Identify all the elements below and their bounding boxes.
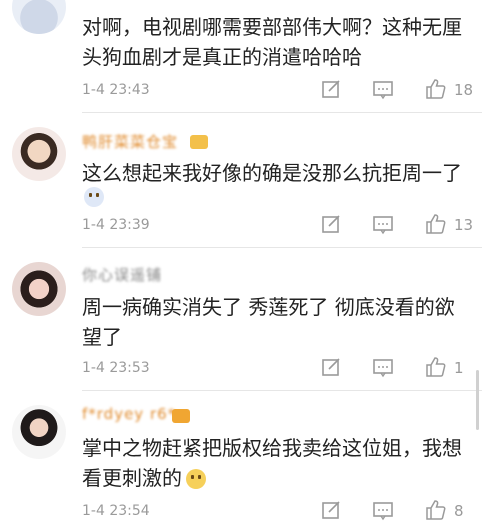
comment-time: 1-4 23:39 [82, 217, 150, 233]
vip-badge-icon [172, 409, 190, 423]
comment-time: 1-4 23:43 [82, 82, 150, 98]
avatar[interactable] [12, 405, 66, 459]
repost-icon[interactable] [320, 213, 342, 235]
username[interactable]: f*rdyey r6* [82, 405, 176, 423]
like-count: 8 [454, 502, 464, 520]
divider [82, 390, 482, 391]
comment-text: 掌中之物赶紧把版权给我卖给这位姐，我想看更刺激的 [82, 436, 462, 490]
repost-icon[interactable] [320, 499, 342, 521]
like-icon[interactable] [424, 356, 446, 378]
scrollbar[interactable] [476, 370, 479, 430]
like-icon[interactable] [424, 78, 446, 100]
comment-icon[interactable] [372, 213, 394, 235]
like-count: 1 [454, 359, 464, 377]
avatar[interactable] [12, 127, 66, 181]
repost-icon[interactable] [320, 78, 342, 100]
comment-meta: 1-4 23:54 8 [82, 499, 474, 523]
username[interactable]: 你心误遥铺 [82, 264, 162, 285]
comment-meta: 1-4 23:43 18 [82, 78, 474, 102]
avatar[interactable] [12, 262, 66, 316]
comment-time: 1-4 23:53 [82, 360, 150, 376]
comment-icon[interactable] [372, 499, 394, 521]
comment-text: 这么想起来我好像的确是没那么抗拒周一了 [82, 161, 462, 185]
comment-text: 对啊，电视剧哪需要部部伟大啊？这种无厘头狗血剧才是真正的消遣哈哈哈 [82, 15, 462, 69]
like-count: 13 [454, 216, 474, 234]
comment-text: 周一病确实消失了 秀莲死了 彻底没看的欲望了 [82, 295, 455, 349]
comment-icon[interactable] [372, 356, 394, 378]
comment-meta: 1-4 23:39 13 [82, 213, 474, 237]
divider [82, 112, 482, 113]
like-icon[interactable] [424, 499, 446, 521]
emoji-icon [84, 187, 104, 207]
avatar[interactable] [12, 0, 66, 34]
divider [82, 247, 482, 248]
like-icon[interactable] [424, 213, 446, 235]
comment-icon[interactable] [372, 78, 394, 100]
emoji-icon [186, 469, 206, 489]
repost-icon[interactable] [320, 356, 342, 378]
comment-time: 1-4 23:54 [82, 503, 150, 519]
vip-badge-icon [190, 135, 208, 149]
like-count: 18 [454, 81, 474, 99]
username[interactable]: 鸭肝菜菜仓宝 [82, 131, 178, 152]
comment-meta: 1-4 23:53 1 [82, 356, 474, 380]
